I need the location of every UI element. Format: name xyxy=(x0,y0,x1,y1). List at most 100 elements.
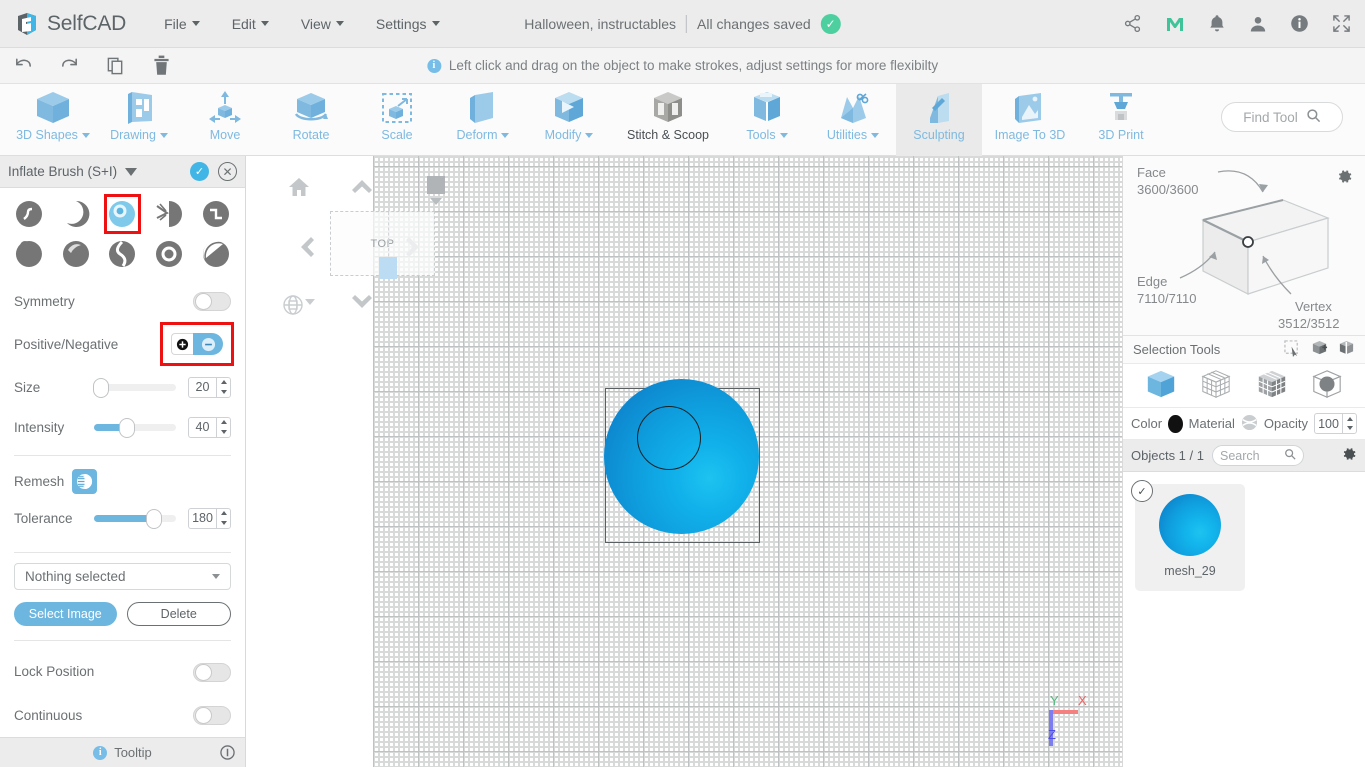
view-down-arrow-icon[interactable] xyxy=(351,294,373,313)
mesh-stats-panel: Face 3600/3600 Edge 7110/7110 Vertex 351… xyxy=(1123,156,1365,336)
intensity-slider[interactable] xyxy=(94,417,176,438)
intensity-numbox[interactable] xyxy=(188,416,231,438)
tolerance-slider[interactable] xyxy=(94,508,176,529)
view-left-arrow-icon[interactable] xyxy=(299,236,315,261)
orbit-view-icon[interactable] xyxy=(281,293,315,320)
brush-cursor-circle xyxy=(637,406,701,470)
close-icon[interactable]: ✕ xyxy=(218,162,237,181)
ribbon-stitch-scoop[interactable]: Stitch & Scoop xyxy=(612,84,724,156)
menu-edit[interactable]: Edit xyxy=(216,10,285,38)
ribbon-3d-shapes[interactable]: 3D Shapes xyxy=(10,84,96,156)
list-item[interactable]: ✓ mesh_29 xyxy=(1131,480,1245,591)
fullscreen-icon[interactable] xyxy=(1332,14,1351,33)
rect-select-icon[interactable] xyxy=(1284,339,1301,360)
negative-option[interactable] xyxy=(193,333,223,355)
cube-icon xyxy=(32,88,74,128)
vertex-mode-icon[interactable] xyxy=(1311,368,1343,403)
info-icon[interactable] xyxy=(1290,14,1309,33)
trash-icon[interactable] xyxy=(138,55,184,76)
brush-smooth[interactable] xyxy=(61,237,92,271)
ribbon-image-to-3d[interactable]: Image To 3D xyxy=(982,84,1078,156)
positive-option[interactable] xyxy=(171,333,193,355)
continuous-toggle[interactable] xyxy=(193,705,231,725)
find-tool-placeholder: Find Tool xyxy=(1243,109,1298,125)
ribbon-tools[interactable]: Tools xyxy=(724,84,810,156)
redo-icon[interactable] xyxy=(46,56,92,76)
ribbon-sculpting[interactable]: Sculpting xyxy=(896,84,982,156)
brush-flatten[interactable] xyxy=(61,197,92,231)
delete-button[interactable]: Delete xyxy=(126,602,231,626)
ribbon-modify[interactable]: Modify xyxy=(526,84,612,156)
ribbon-utilities[interactable]: Utilities xyxy=(810,84,896,156)
view-up-arrow-icon[interactable] xyxy=(351,178,373,197)
chevron-down-icon[interactable] xyxy=(125,167,138,176)
selection-mode-row xyxy=(1123,364,1365,408)
symmetry-toggle[interactable] xyxy=(193,291,231,311)
saved-check-icon: ✓ xyxy=(820,13,841,34)
menu-view-label: View xyxy=(300,15,331,32)
maker-m-icon[interactable] xyxy=(1165,14,1185,34)
brush-pinch[interactable] xyxy=(154,197,185,231)
ribbon-deform[interactable]: Deform xyxy=(440,84,526,156)
chevron-down-icon xyxy=(81,132,90,138)
find-tool-search[interactable]: Find Tool xyxy=(1221,102,1343,132)
image-select-dropdown[interactable]: Nothing selected xyxy=(14,563,231,590)
select-image-button[interactable]: Select Image xyxy=(14,602,117,626)
opacity-numbox[interactable] xyxy=(1314,413,1357,434)
brush-clay[interactable] xyxy=(14,197,45,231)
ribbon-rotate[interactable]: Rotate xyxy=(268,84,354,156)
menu-file[interactable]: File xyxy=(148,10,216,38)
objects-count-label: Objects 1 / 1 xyxy=(1131,448,1204,463)
brush-ring[interactable] xyxy=(154,237,185,271)
brush-inflate[interactable] xyxy=(104,194,141,234)
size-slider[interactable] xyxy=(92,377,176,398)
remesh-button[interactable] xyxy=(72,468,97,494)
menu-view[interactable]: View xyxy=(285,10,360,38)
brand-logo[interactable]: SelfCAD xyxy=(0,11,126,37)
ribbon-label: Utilities xyxy=(826,128,868,142)
user-icon[interactable] xyxy=(1249,15,1267,33)
ribbon-move[interactable]: Move xyxy=(182,84,268,156)
deform-icon xyxy=(462,88,504,128)
menu-settings[interactable]: Settings xyxy=(360,10,456,38)
objects-header: Objects 1 / 1 Search xyxy=(1123,440,1365,472)
ribbon-3d-print[interactable]: 3D Print xyxy=(1078,84,1164,156)
object-mode-icon[interactable] xyxy=(1145,368,1177,403)
objects-search-input[interactable]: Search xyxy=(1211,445,1304,466)
brush-crease[interactable] xyxy=(200,197,231,231)
axis-z-label: Z xyxy=(1048,727,1056,742)
document-title[interactable]: Halloween, instructables xyxy=(524,16,676,32)
apply-button[interactable]: ✓ xyxy=(190,162,209,181)
brush-fill[interactable] xyxy=(200,237,231,271)
material-icon[interactable] xyxy=(1241,414,1258,434)
object-visibility-check-icon[interactable]: ✓ xyxy=(1131,480,1153,502)
tolerance-numbox[interactable] xyxy=(188,507,231,529)
tooltip-toggle-icon[interactable] xyxy=(220,745,235,760)
3d-viewport[interactable]: TOP Y X Z xyxy=(247,156,1122,767)
brush-twist[interactable] xyxy=(107,237,138,271)
add-select-icon[interactable] xyxy=(1311,340,1328,360)
bell-icon[interactable] xyxy=(1208,14,1226,33)
polygon-mode-icon[interactable] xyxy=(1256,368,1288,403)
copy-icon[interactable] xyxy=(92,56,138,76)
tolerance-spinner[interactable] xyxy=(216,507,231,529)
color-swatch[interactable] xyxy=(1168,414,1183,433)
row-positive-negative: Positive/Negative xyxy=(14,321,234,367)
lock-position-toggle[interactable] xyxy=(193,662,231,682)
opacity-label: Opacity xyxy=(1263,416,1308,431)
face-mode-icon[interactable] xyxy=(1200,368,1232,403)
ribbon-drawing[interactable]: Drawing xyxy=(96,84,182,156)
objects-list: ✓ mesh_29 xyxy=(1123,472,1365,603)
size-numbox[interactable] xyxy=(188,376,231,398)
objects-settings-gear-icon[interactable] xyxy=(1341,446,1357,465)
home-view-icon[interactable] xyxy=(288,176,310,201)
tolerance-input xyxy=(188,507,216,529)
remove-select-icon[interactable] xyxy=(1338,340,1355,360)
size-spinner[interactable] xyxy=(216,376,231,398)
share-icon[interactable] xyxy=(1123,14,1142,33)
opacity-spinner[interactable] xyxy=(1342,413,1357,434)
intensity-spinner[interactable] xyxy=(216,416,231,438)
undo-icon[interactable] xyxy=(0,56,46,76)
brush-blob[interactable] xyxy=(14,237,45,271)
ribbon-scale[interactable]: Scale xyxy=(354,84,440,156)
